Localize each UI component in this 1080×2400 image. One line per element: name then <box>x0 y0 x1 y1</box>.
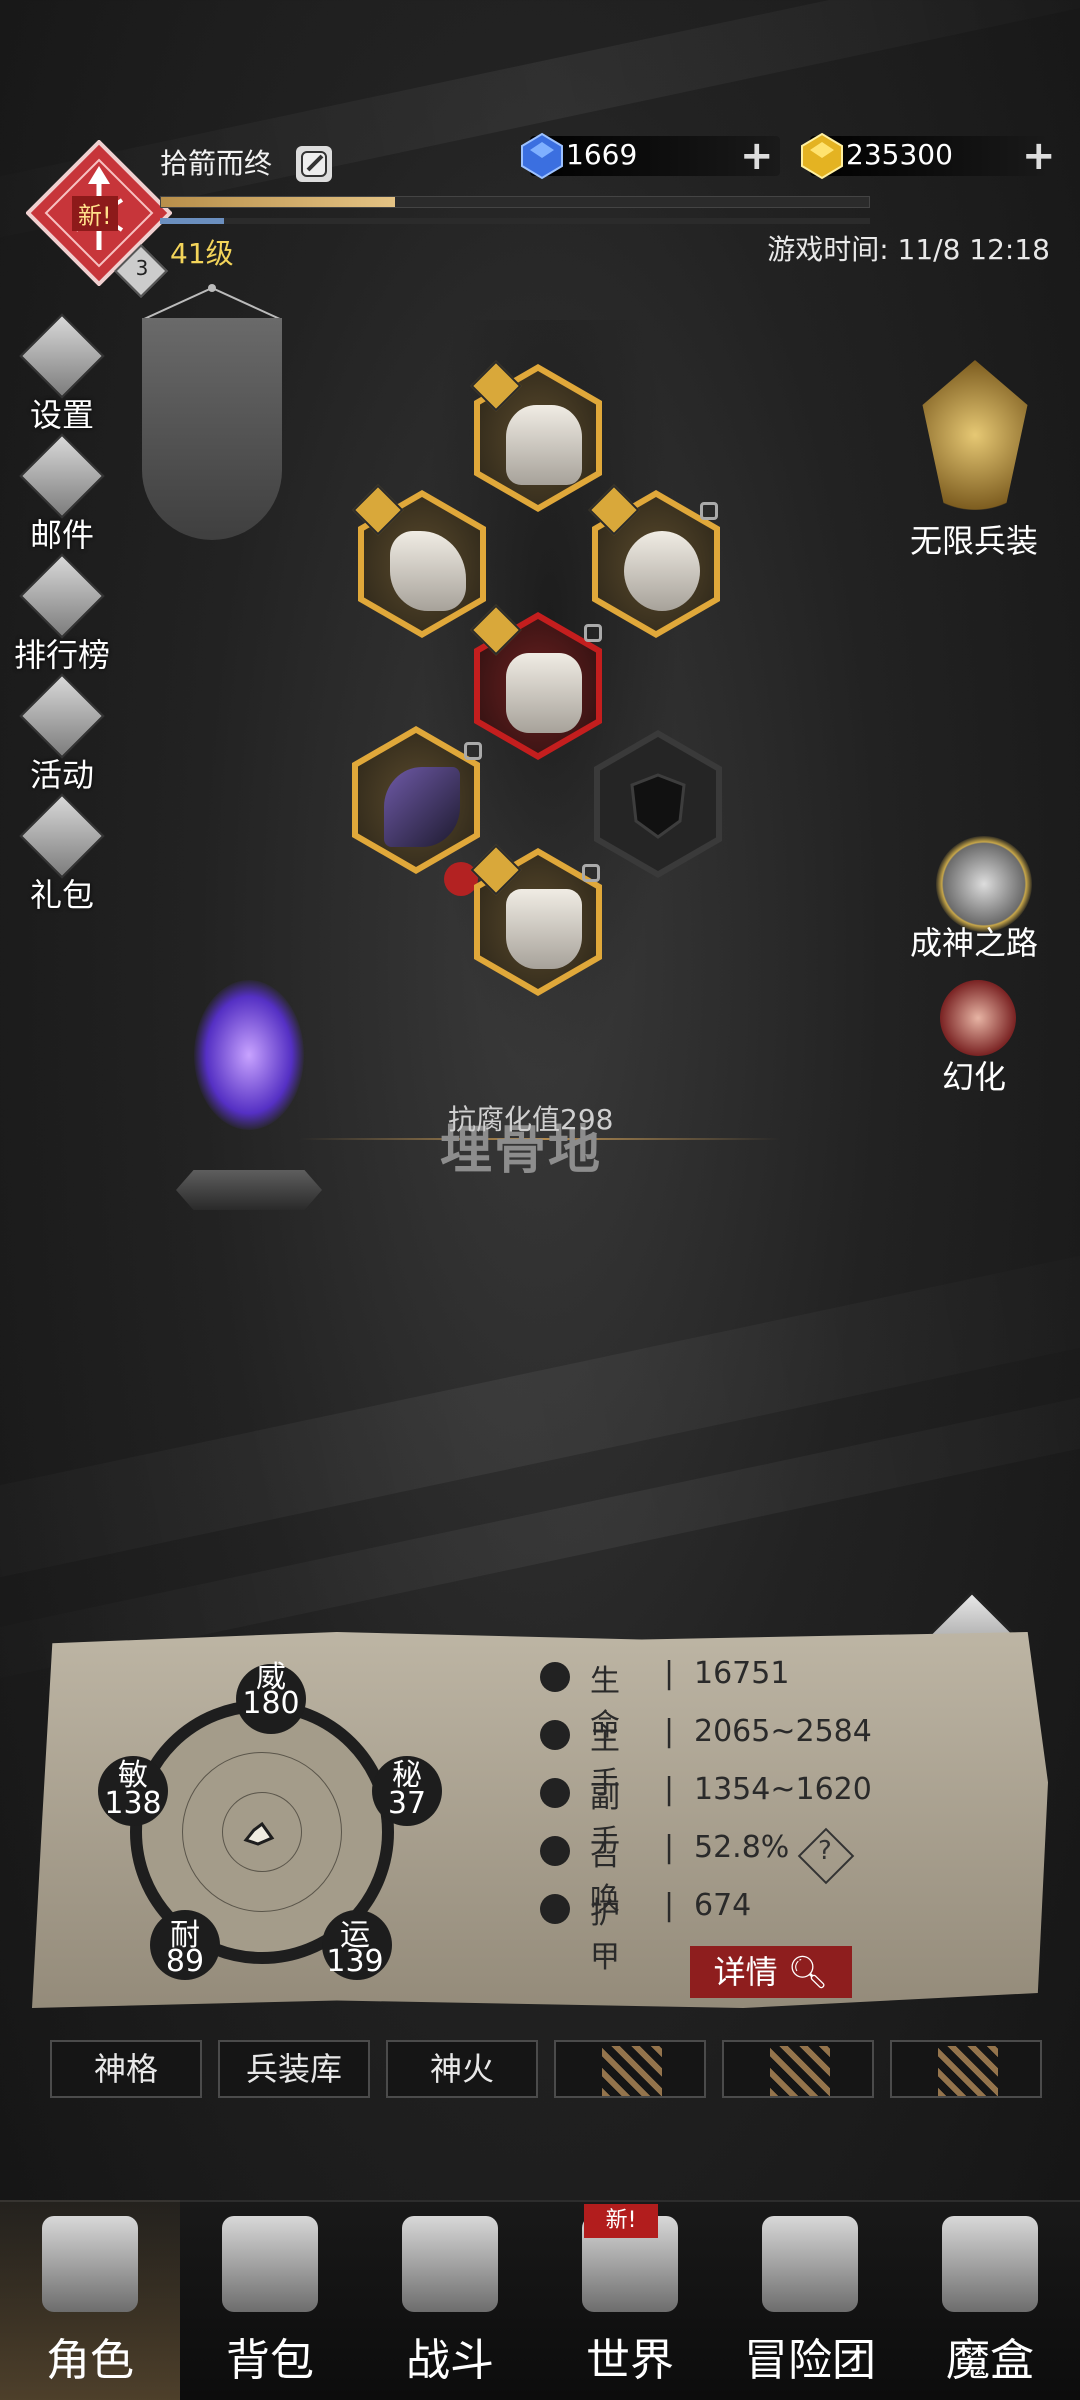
ranking-button[interactable]: 排行榜 <box>12 553 112 676</box>
world-new-badge: 新! <box>584 2204 658 2238</box>
nav-adventure-team[interactable]: 冒险团 <box>720 2200 900 2400</box>
secondary-bar <box>160 218 870 224</box>
nav-label: 魔盒 <box>946 2335 1034 2386</box>
nav-magic-box[interactable]: 魔盒 <box>900 2200 1080 2400</box>
sword-icon <box>540 1720 570 1750</box>
stat-value: 52.8% <box>694 1830 790 1865</box>
summon-icon <box>540 1836 570 1866</box>
attr-nai-value: 89 <box>165 1944 205 1979</box>
infinite-gear-label[interactable]: 无限兵装 <box>884 516 1064 562</box>
godpath-label[interactable]: 成神之路 <box>884 918 1064 964</box>
guild-banner[interactable] <box>142 318 282 540</box>
tab-divine-fire[interactable]: 神火 <box>386 2040 538 2098</box>
chain-lock-icon <box>770 2046 830 2096</box>
activity-button[interactable]: 活动 <box>12 673 112 796</box>
magnifier-icon: 🔍︎ <box>777 1953 829 1991</box>
help-icon: ? <box>818 1836 832 1866</box>
nav-label: 背包 <box>226 2335 314 2386</box>
sword-shield-icon <box>402 2216 498 2312</box>
tab-locked-4[interactable] <box>554 2040 706 2098</box>
details-label: 详情 <box>713 1953 778 1991</box>
tab-label: 兵装库 <box>245 2050 342 2088</box>
add-gold-button[interactable]: + <box>1022 136 1056 176</box>
gem-icon <box>520 132 564 184</box>
stat-value: 16751 <box>694 1656 790 1691</box>
activity-icon <box>19 673 105 759</box>
attr-yun-value: 139 <box>326 1944 384 1979</box>
gift-button[interactable]: 礼包 <box>12 793 112 916</box>
add-gems-button[interactable]: + <box>740 136 774 176</box>
mail-button[interactable]: 邮件 <box>12 433 112 556</box>
pet-spirit[interactable] <box>194 980 304 1130</box>
nav-label: 冒险团 <box>744 2335 876 2386</box>
secondary-bar-fill <box>160 218 224 224</box>
nav-character[interactable]: 角色 <box>0 2200 180 2400</box>
tab-locked-5[interactable] <box>722 2040 874 2098</box>
lock-icon <box>464 742 482 760</box>
settings-button[interactable]: 设置 <box>12 313 112 436</box>
offhand-icon <box>540 1778 570 1808</box>
heart-icon <box>540 1662 570 1692</box>
helmet-icon <box>42 2216 138 2312</box>
stat-separator: | <box>664 1714 675 1749</box>
exp-bar <box>160 196 870 208</box>
stat-value: 2065~2584 <box>694 1714 872 1749</box>
stat-separator: | <box>664 1772 675 1807</box>
stat-value: 674 <box>694 1888 752 1923</box>
lock-icon <box>584 624 602 642</box>
chain-lock-icon <box>938 2046 998 2096</box>
tab-divinity[interactable]: 神格 <box>50 2040 202 2098</box>
lock-icon <box>700 502 718 520</box>
mail-icon <box>19 433 105 519</box>
gold-amount: 235300 <box>846 138 953 171</box>
tab-label: 神火 <box>429 2050 494 2088</box>
level-badge-number: 3 <box>135 256 149 280</box>
level-text: 41级 <box>170 237 234 270</box>
tab-label: 神格 <box>93 2050 158 2088</box>
infinite-gear-icon[interactable] <box>922 360 1028 510</box>
gold-icon <box>800 132 844 184</box>
stat-separator: | <box>664 1888 675 1923</box>
corruption-resistance: 抗腐化值298 <box>448 1103 614 1136</box>
shield-icon <box>630 773 686 839</box>
player-name: 拾箭而终 <box>160 147 273 180</box>
castle-icon <box>762 2216 858 2312</box>
nav-label: 世界 <box>586 2335 674 2386</box>
pet-pedestal <box>176 1170 322 1210</box>
illusion-icon[interactable] <box>940 980 1016 1056</box>
gear-icon <box>19 313 105 399</box>
attr-mi-value: 37 <box>387 1786 427 1821</box>
new-tag: 新! <box>72 196 118 231</box>
edit-name-icon[interactable] <box>296 146 332 182</box>
illusion-label[interactable]: 幻化 <box>884 1052 1064 1098</box>
details-button[interactable]: 详情 🔍︎ <box>690 1946 852 1998</box>
gift-icon <box>19 793 105 879</box>
game-time: 游戏时间: 11/8 12:18 <box>767 233 1050 266</box>
cube-icon <box>942 2216 1038 2312</box>
stat-separator: | <box>664 1830 675 1865</box>
stat-separator: | <box>664 1656 675 1691</box>
backpack-icon <box>222 2216 318 2312</box>
attr-wei-value: 180 <box>242 1686 300 1721</box>
tab-locked-6[interactable] <box>890 2040 1042 2098</box>
lock-icon <box>582 864 600 882</box>
nav-battle[interactable]: 战斗 <box>360 2200 540 2400</box>
tab-armory[interactable]: 兵装库 <box>218 2040 370 2098</box>
gem-amount: 1669 <box>566 138 638 171</box>
stat-label: 护甲 <box>590 1896 620 1975</box>
stat-value: 1354~1620 <box>694 1772 872 1807</box>
attr-min-value: 138 <box>104 1786 162 1821</box>
exp-bar-fill <box>161 197 395 207</box>
nav-backpack[interactable]: 背包 <box>180 2200 360 2400</box>
ranking-icon <box>19 553 105 639</box>
nav-label: 角色 <box>46 2335 134 2386</box>
chain-lock-icon <box>602 2046 662 2096</box>
nav-label: 战斗 <box>406 2335 494 2386</box>
armor-icon <box>540 1894 570 1924</box>
